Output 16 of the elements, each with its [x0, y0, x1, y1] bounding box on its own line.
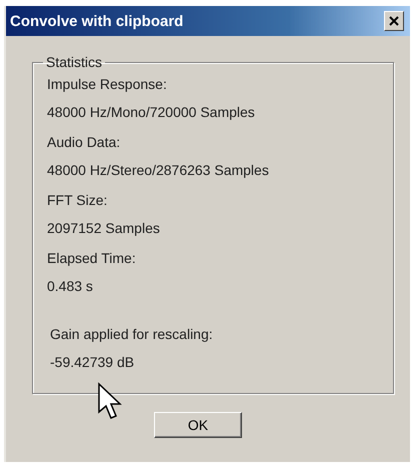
stat-label: Elapsed Time: — [47, 250, 137, 266]
stat-value: 48000 Hz/Mono/720000 Samples — [47, 104, 256, 120]
stat-value: 0.483 s — [47, 278, 94, 294]
group-legend: Statistics — [43, 54, 106, 70]
window-title: Convolve with clipboard — [10, 12, 184, 30]
stat-value: 48000 Hz/Stereo/2876263 Samples — [47, 162, 270, 178]
stat-value: -59.42739 dB — [50, 354, 136, 370]
stat-label: Gain applied for rescaling: — [50, 326, 214, 342]
close-button[interactable] — [384, 11, 404, 31]
stat-value: 2097152 Samples — [47, 220, 161, 236]
stat-label: Impulse Response: — [47, 76, 168, 92]
stat-label: Audio Data: — [47, 134, 122, 150]
cursor-icon — [97, 382, 123, 420]
ok-button[interactable]: OK — [154, 412, 242, 438]
close-icon — [389, 16, 399, 26]
stat-label: FFT Size: — [47, 192, 108, 208]
